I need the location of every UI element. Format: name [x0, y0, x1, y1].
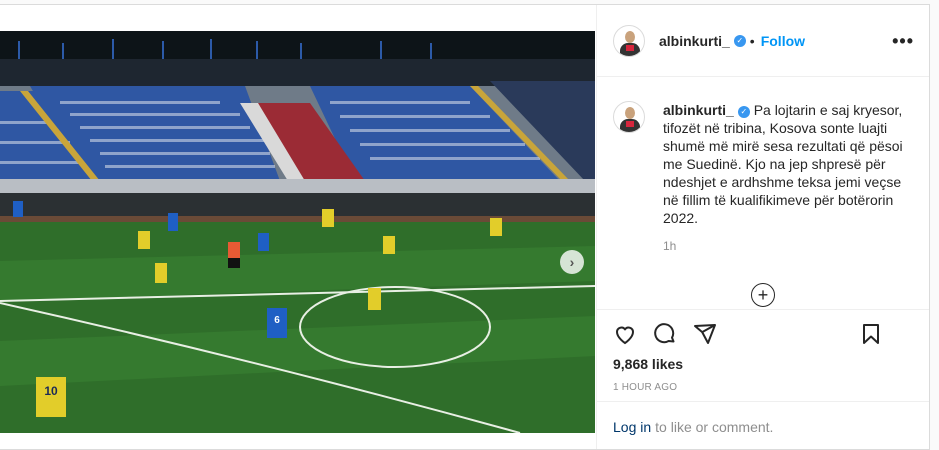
follow-button[interactable]: Follow [761, 33, 805, 49]
login-prompt: Log in to like or comment. [597, 401, 929, 449]
caption-username[interactable]: albinkurti_ [663, 102, 734, 118]
chevron-right-icon: › [569, 254, 575, 270]
caption-time[interactable]: 1h [663, 239, 915, 253]
more-options-icon[interactable]: ••• [892, 31, 914, 52]
verified-badge-icon: ✓ [733, 34, 746, 47]
caption-avatar[interactable] [613, 101, 645, 133]
comments-section: albinkurti_ ✓ Pa lojtarin e saj kryesor, … [597, 77, 929, 309]
avatar[interactable] [613, 24, 645, 57]
jersey-number-10: 10 [44, 384, 58, 398]
carousel-next-button[interactable]: › [560, 250, 584, 274]
post-header: albinkurti_ ✓ • Follow ••• [597, 5, 929, 77]
caption-body: Pa lojtarin e saj kryesor, tifozët në tr… [663, 102, 903, 226]
like-heart-icon[interactable] [613, 322, 637, 346]
login-prompt-text: to like or comment. [655, 418, 774, 435]
instagram-post: 10 6 › albinkurti_ ✓ • Follow ••• albink… [0, 4, 930, 450]
login-link[interactable]: Log in [613, 419, 651, 435]
referee [228, 242, 240, 268]
load-more-comments-icon[interactable]: + [751, 283, 775, 307]
username-link[interactable]: albinkurti_ [659, 33, 730, 49]
caption: albinkurti_ ✓ Pa lojtarin e saj kryesor, … [613, 101, 915, 227]
post-sidebar: albinkurti_ ✓ • Follow ••• albinkurti_ ✓ … [596, 5, 929, 449]
post-actions: 9,868 likes 1 HOUR AGO [597, 309, 929, 401]
caption-text: albinkurti_ ✓ Pa lojtarin e saj kryesor, … [663, 101, 911, 227]
jersey-number-6: 6 [274, 315, 280, 326]
posted-time[interactable]: 1 HOUR AGO [613, 382, 915, 393]
bookmark-icon[interactable] [859, 322, 883, 346]
football-match-photo: 10 6 [0, 31, 595, 433]
comment-icon[interactable] [653, 322, 677, 346]
likes-count[interactable]: 9,868 likes [613, 356, 915, 372]
post-photo[interactable]: 10 6 › [0, 31, 595, 433]
verified-badge-icon: ✓ [737, 106, 750, 118]
share-icon[interactable] [693, 322, 717, 346]
